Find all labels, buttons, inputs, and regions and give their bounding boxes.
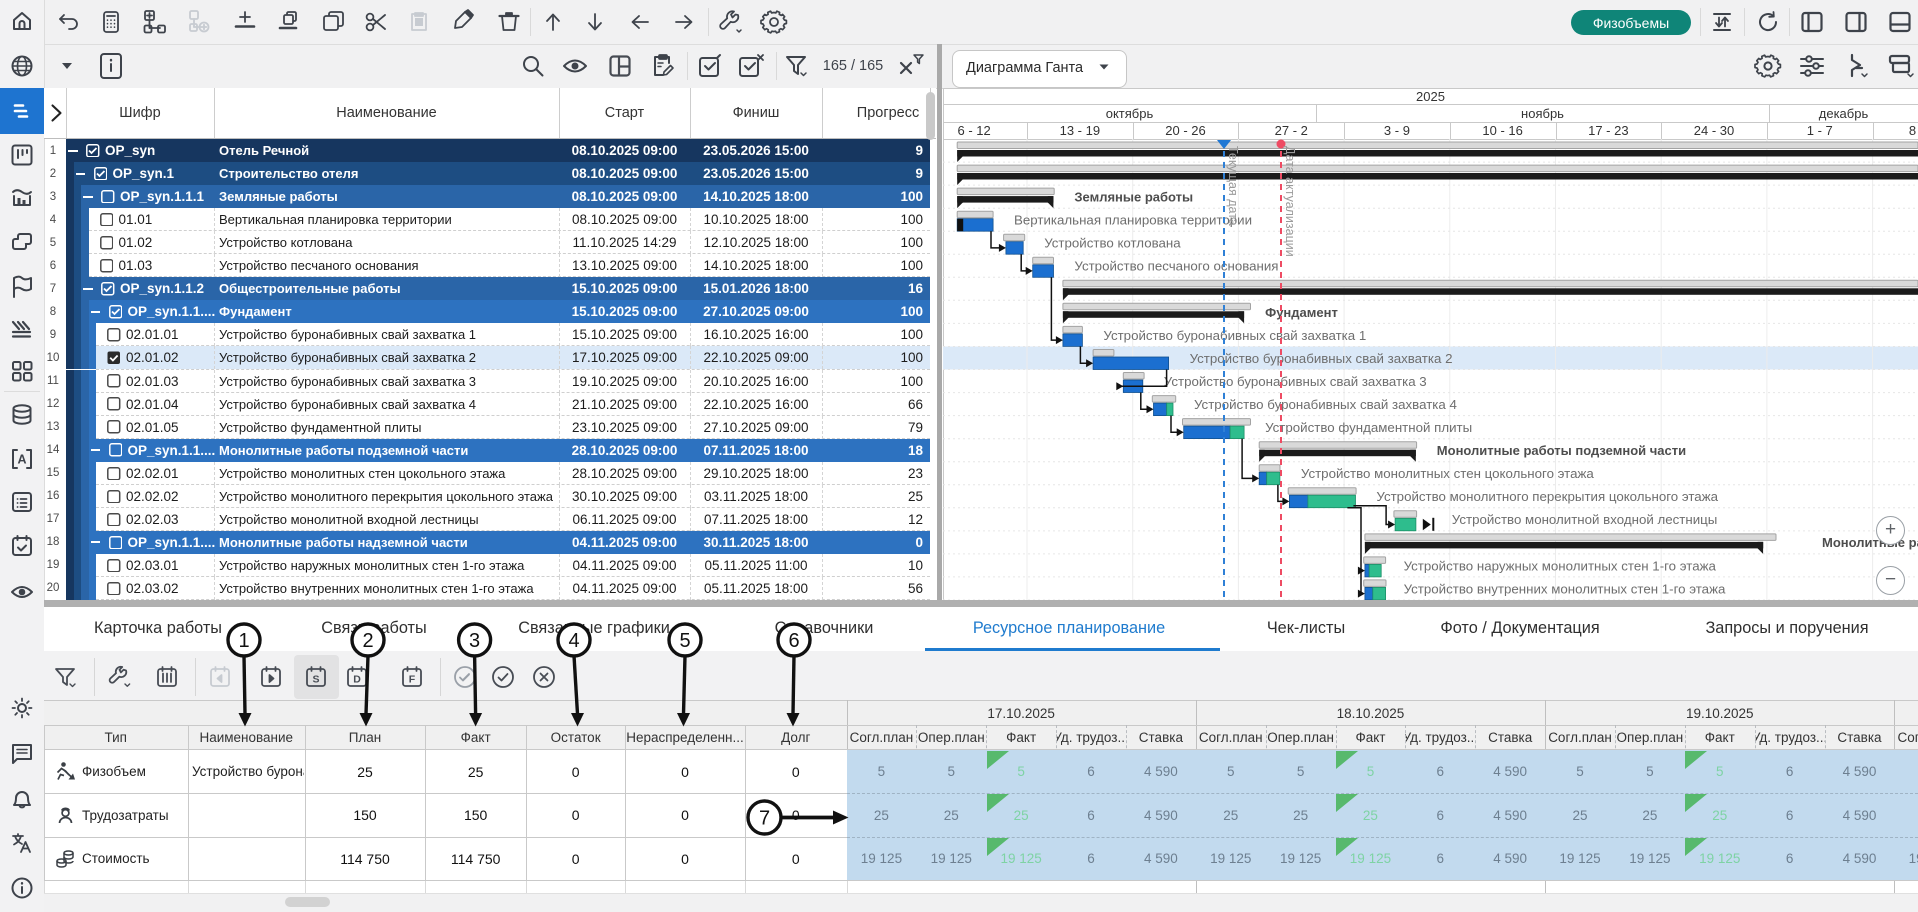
svg-text:2: 2 xyxy=(362,630,373,652)
svg-text:1: 1 xyxy=(238,630,249,652)
svg-text:6: 6 xyxy=(788,630,799,652)
svg-text:4: 4 xyxy=(568,630,579,652)
svg-text:7: 7 xyxy=(759,808,770,830)
svg-text:3: 3 xyxy=(469,630,480,652)
svg-text:5: 5 xyxy=(679,630,690,652)
